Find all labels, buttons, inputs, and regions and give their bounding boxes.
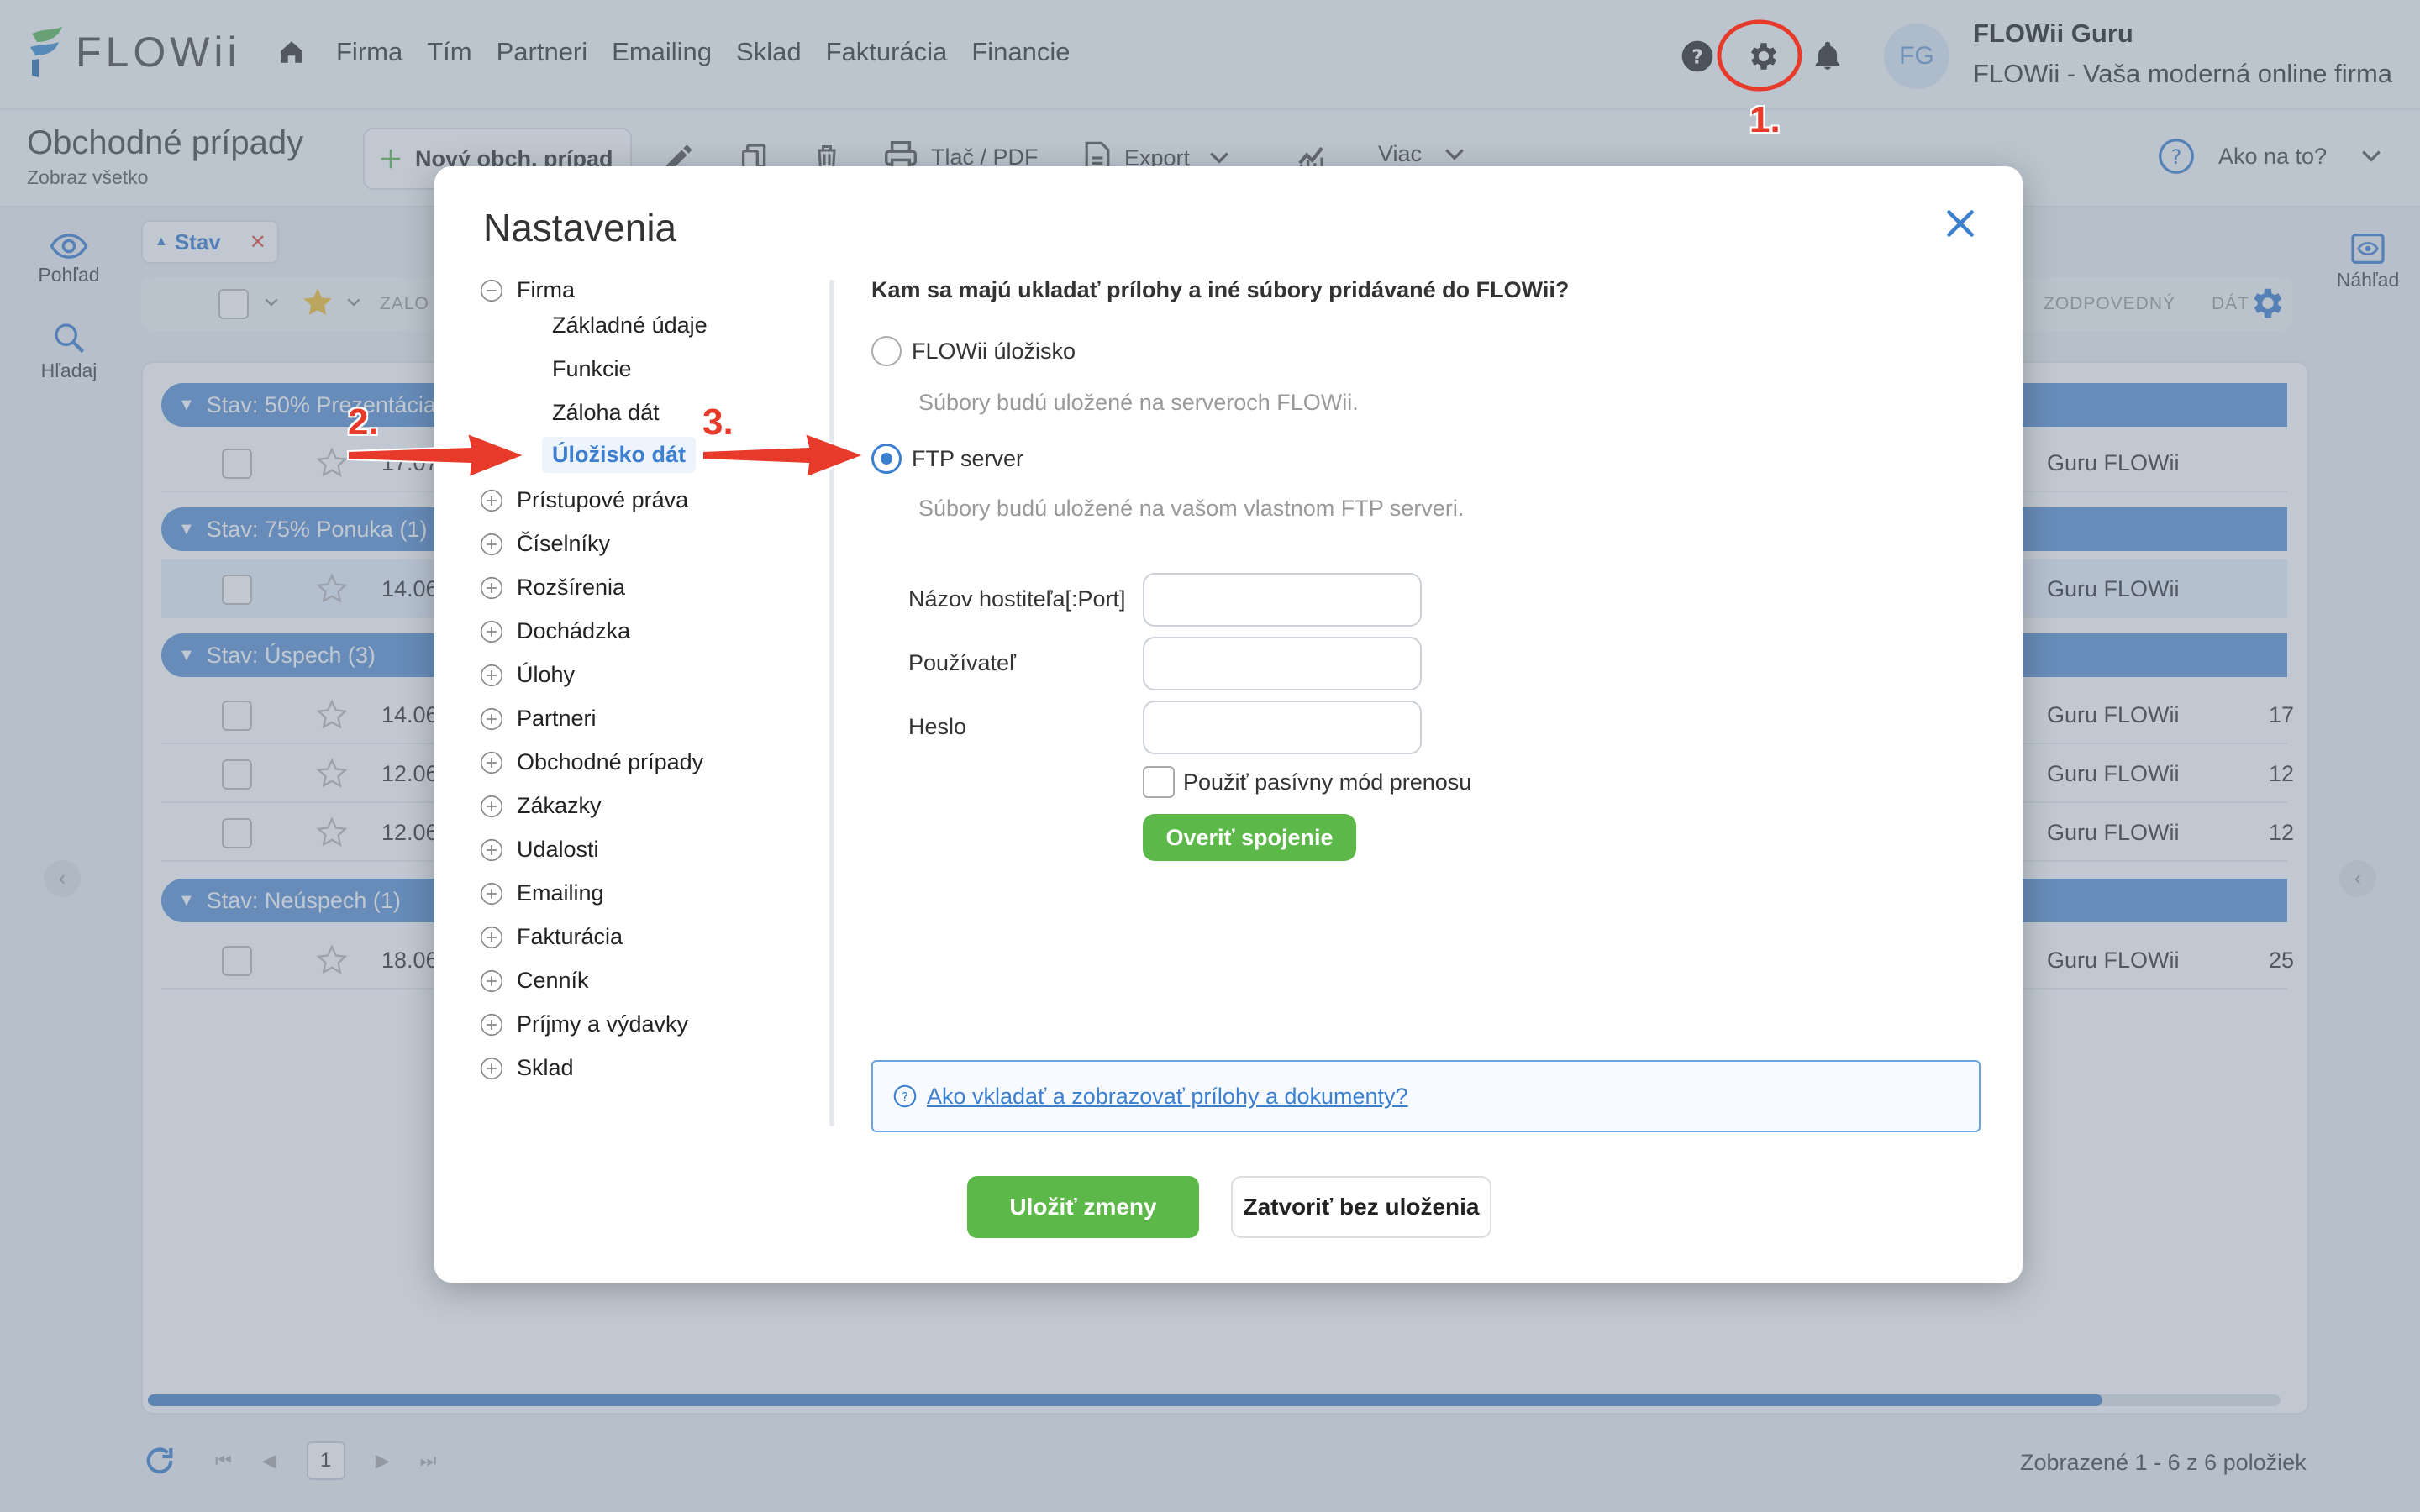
expand-plus-icon[interactable] (480, 882, 503, 906)
expand-plus-icon[interactable] (480, 576, 503, 600)
radio-button-selected[interactable] (871, 444, 902, 474)
tree-label: Fakturácia (517, 924, 623, 949)
close-icon[interactable] (1945, 208, 1975, 239)
expand-plus-icon[interactable] (480, 533, 503, 556)
tree-node[interactable]: Obchodné prípady (480, 749, 703, 775)
tree-node[interactable]: Sklad (480, 1055, 574, 1081)
help-link[interactable]: Ako vkladať a zobrazovať prílohy a dokum… (927, 1084, 1408, 1110)
radio-ftp-server[interactable]: FTP server (871, 444, 1023, 474)
tree-label: Rozšírenia (517, 575, 626, 600)
verify-connection-button[interactable]: Overiť spojenie (1143, 814, 1356, 861)
radio-label: FTP server (912, 445, 1024, 471)
annotation-number-1: 1. (1749, 99, 1781, 140)
expand-plus-icon[interactable] (480, 795, 503, 818)
expand-plus-icon[interactable] (480, 489, 503, 512)
tree-label: Číselníky (517, 531, 611, 556)
tree-item-ulozisko-dat[interactable]: Úložisko dát (542, 437, 697, 473)
annotation-number-2: 2. (348, 402, 379, 443)
expand-plus-icon[interactable] (480, 969, 503, 993)
expand-plus-icon[interactable] (480, 1013, 503, 1037)
vertical-divider (829, 280, 834, 1126)
expand-plus-icon[interactable] (480, 664, 503, 687)
tree-node[interactable]: Cenník (480, 968, 589, 994)
tree-node[interactable]: Príjmy a výdavky (480, 1011, 688, 1037)
user-input[interactable] (1143, 637, 1422, 690)
tree-node[interactable]: Úlohy (480, 662, 575, 688)
password-input[interactable] (1143, 701, 1422, 754)
tree-label: Sklad (517, 1055, 574, 1080)
radio-label: FLOWii úložisko (912, 338, 1076, 364)
expand-plus-icon[interactable] (480, 1057, 503, 1080)
tree-label: Emailing (517, 880, 604, 906)
tree-node[interactable]: Partneri (480, 706, 597, 732)
radio-button[interactable] (871, 336, 902, 366)
tree-label: Prístupové práva (517, 487, 689, 512)
tree-node[interactable]: Emailing (480, 880, 604, 906)
expand-plus-icon[interactable] (480, 838, 503, 862)
passive-mode-option[interactable]: Použiť pasívny mód prenosu (1143, 766, 1471, 798)
tree-node[interactable]: Fakturácia (480, 924, 623, 950)
tree-label: Partneri (517, 706, 597, 731)
expand-plus-icon[interactable] (480, 707, 503, 731)
question-circle-icon: ? (893, 1084, 917, 1108)
tree-item-zakladne-udaje[interactable]: Základné údaje (552, 312, 708, 339)
radio-description: Súbory budú uložené na vašom vlastnom FT… (918, 496, 1465, 521)
tree-label: Dochádzka (517, 618, 631, 643)
tree-item-zaloha-dat[interactable]: Záloha dát (552, 400, 660, 426)
tree-node[interactable]: Prístupové práva (480, 487, 688, 513)
settings-modal: Nastavenia Firma Základné údaje Funkcie … (434, 166, 2023, 1283)
svg-text:?: ? (902, 1089, 908, 1105)
annotation-number-3: 3. (702, 402, 734, 443)
tree-label: Obchodné prípady (517, 749, 704, 774)
user-label: Používateľ (908, 650, 1016, 675)
expand-plus-icon[interactable] (480, 620, 503, 643)
tree-label: Príjmy a výdavky (517, 1011, 689, 1037)
tree-node[interactable]: Zákazky (480, 793, 602, 819)
tree-node-firma[interactable]: Firma (480, 277, 575, 303)
tree-label: Firma (517, 277, 575, 302)
radio-description: Súbory budú uložené na serveroch FLOWii. (918, 390, 1359, 415)
save-button[interactable]: Uložiť zmeny (967, 1176, 1199, 1238)
tree-node[interactable]: Rozšírenia (480, 575, 625, 601)
passive-mode-label: Použiť pasívny mód prenosu (1183, 769, 1472, 795)
collapse-minus-icon[interactable] (480, 279, 503, 302)
host-input[interactable] (1143, 573, 1422, 627)
tree-label: Udalosti (517, 837, 599, 862)
expand-plus-icon[interactable] (480, 926, 503, 949)
storage-question: Kam sa majú ukladať prílohy a iné súbory… (871, 277, 1570, 302)
radio-flowii-storage[interactable]: FLOWii úložisko (871, 336, 1076, 366)
help-info-box: ? Ako vkladať a zobrazovať prílohy a dok… (871, 1060, 1981, 1132)
tree-label: Zákazky (517, 793, 602, 818)
expand-plus-icon[interactable] (480, 751, 503, 774)
tree-label: Cenník (517, 968, 589, 993)
passive-mode-checkbox[interactable] (1143, 766, 1175, 798)
tree-item-funkcie[interactable]: Funkcie (552, 356, 632, 382)
modal-title: Nastavenia (483, 206, 677, 249)
tree-node[interactable]: Dochádzka (480, 618, 630, 644)
tree-node[interactable]: Číselníky (480, 531, 610, 557)
tree-label: Úlohy (517, 662, 576, 687)
tree-node[interactable]: Udalosti (480, 837, 599, 863)
password-label: Heslo (908, 714, 967, 739)
host-label: Názov hostiteľa[:Port] (908, 586, 1126, 612)
close-without-saving-button[interactable]: Zatvoriť bez uloženia (1231, 1176, 1491, 1238)
